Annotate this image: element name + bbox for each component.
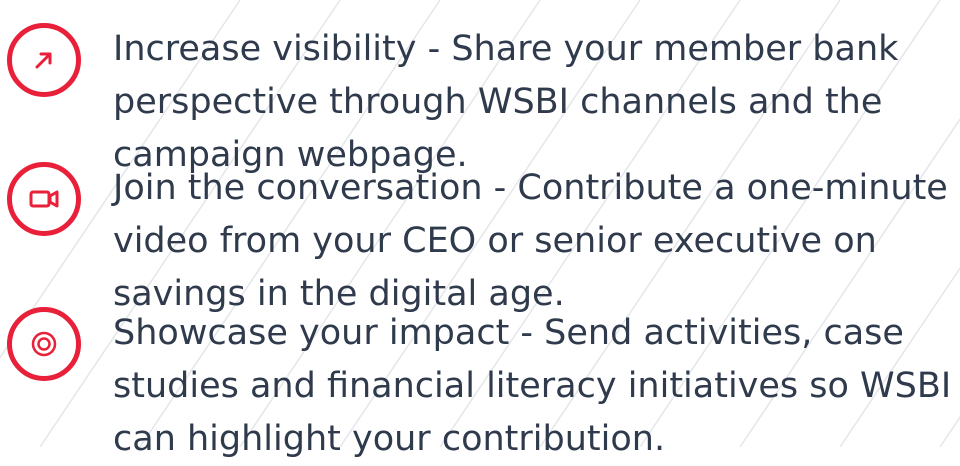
video-camera-icon [7, 162, 81, 236]
text-line: perspective through WSBI channels and th… [113, 82, 883, 122]
list-item-increase-visibility: Increase visibility - Share your member … [0, 23, 960, 175]
list-item-showcase-impact: Showcase your impact - Send activities, … [0, 307, 960, 459]
text-line: Showcase your impact - Send activities, … [113, 313, 904, 353]
arrow-up-right-icon [7, 23, 81, 97]
text-line: video from your CEO or senior executive … [113, 221, 877, 261]
list-item-join-conversation: Join the conversation - Contribute a one… [0, 162, 960, 314]
text-line: Increase visibility - Share your member … [113, 29, 899, 69]
text-line: Join the conversation - Contribute a one… [113, 168, 948, 208]
item-text: Join the conversation - Contribute a one… [113, 162, 958, 321]
target-icon [7, 307, 81, 381]
item-text: Increase visibility - Share your member … [113, 23, 958, 182]
text-line: can highlight your contribution. [113, 419, 666, 459]
text-line: studies and financial literacy initiativ… [113, 366, 952, 406]
engagement-list: Increase visibility - Share your member … [0, 0, 960, 459]
item-text: Showcase your impact - Send activities, … [113, 307, 958, 466]
